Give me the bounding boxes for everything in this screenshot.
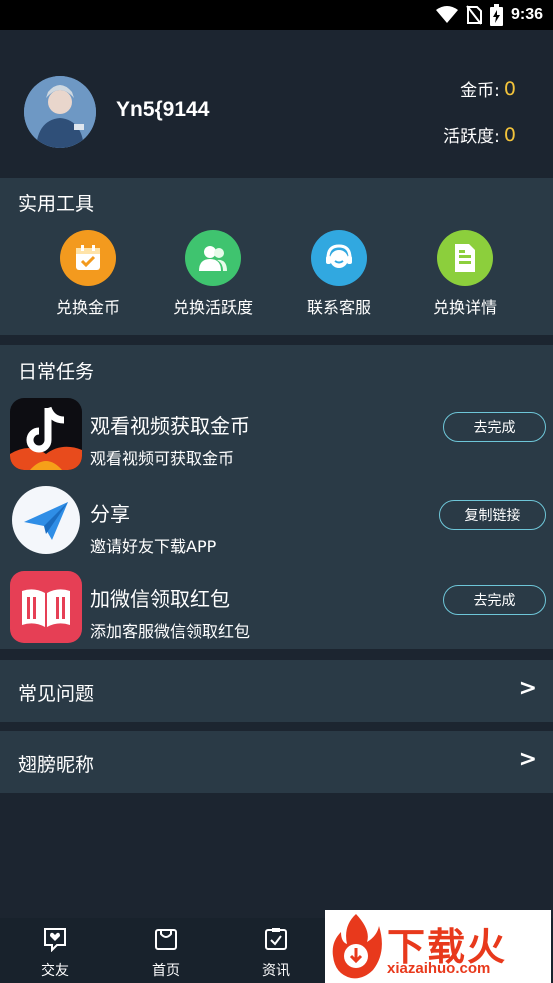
task-item-share: 分享 邀请好友下载APP 复制链接 xyxy=(0,486,553,566)
status-time: 9:36 xyxy=(510,6,543,23)
clipboard-check-icon xyxy=(265,928,287,950)
tool-exchange-coins[interactable]: 兑换金币 xyxy=(28,230,148,318)
complete-button[interactable]: 去完成 xyxy=(443,585,546,615)
activity-label: 活跃度: xyxy=(443,127,500,147)
avatar[interactable] xyxy=(24,76,96,148)
faq-row[interactable]: 常见问题 > xyxy=(0,660,553,722)
paper-plane-icon xyxy=(12,486,80,554)
profile-header: Yn5{9144 金币: 0 活跃度: 0 xyxy=(0,30,553,178)
task-title: 观看视频获取金币 xyxy=(90,414,250,438)
activity-value: 0 xyxy=(503,123,516,146)
task-subtitle: 邀请好友下载APP xyxy=(90,537,217,556)
coins-stat: 金币: 0 xyxy=(460,76,516,102)
daily-tasks-section: 日常任务 观看视频获取金币 观看视频可获取金币 去完成 分享 邀请好友下载APP… xyxy=(0,345,553,649)
nav-item-friends[interactable]: 交友 xyxy=(15,926,95,980)
nav-item-home[interactable]: 首页 xyxy=(126,926,206,980)
watermark-logo: 下载火 xiazaihuo.com xyxy=(325,910,551,983)
users-icon xyxy=(185,230,241,286)
book-icon xyxy=(10,571,82,643)
tools-title: 实用工具 xyxy=(18,193,95,215)
tools-section: 实用工具 兑换金币 兑换活跃度 联系客服 兑换详情 xyxy=(0,178,553,335)
tool-label: 兑换金币 xyxy=(55,298,120,317)
flame-logo-icon xyxy=(332,914,382,979)
tool-contact-support[interactable]: 联系客服 xyxy=(279,230,399,318)
username: Yn5{9144 xyxy=(116,98,210,121)
copy-link-button[interactable]: 复制链接 xyxy=(439,500,546,530)
battery-charging-icon xyxy=(489,4,503,26)
complete-button[interactable]: 去完成 xyxy=(443,412,546,442)
task-item-watch-video: 观看视频获取金币 观看视频可获取金币 去完成 xyxy=(0,398,553,478)
nav-label: 资讯 xyxy=(262,963,290,979)
watermark-url: xiazaihuo.com xyxy=(387,960,491,977)
activity-stat: 活跃度: 0 xyxy=(443,122,516,148)
chevron-right-icon: > xyxy=(518,676,537,701)
row-label: 常见问题 xyxy=(18,683,95,705)
tool-label: 联系客服 xyxy=(306,298,371,317)
calendar-check-icon xyxy=(60,230,116,286)
chevron-right-icon: > xyxy=(518,747,537,772)
daily-tasks-title: 日常任务 xyxy=(18,361,95,383)
document-icon xyxy=(437,230,493,286)
coins-value: 0 xyxy=(503,77,516,100)
nav-label: 首页 xyxy=(152,963,180,979)
tool-exchange-activity[interactable]: 兑换活跃度 xyxy=(153,230,273,318)
tiktok-icon xyxy=(10,398,82,470)
status-bar: 9:36 xyxy=(0,0,553,30)
task-title: 加微信领取红包 xyxy=(90,587,230,611)
tool-label: 兑换详情 xyxy=(432,298,497,317)
heart-chat-icon xyxy=(44,928,66,953)
row-label: 翅膀昵称 xyxy=(18,754,95,776)
status-icons: 9:36 xyxy=(435,4,543,26)
nav-label: 交友 xyxy=(41,963,69,979)
task-subtitle: 观看视频可获取金币 xyxy=(90,449,235,468)
task-title: 分享 xyxy=(90,502,130,526)
nickname-row[interactable]: 翅膀昵称 > xyxy=(0,731,553,793)
task-subtitle: 添加客服微信领取红包 xyxy=(90,622,251,641)
bag-icon xyxy=(155,929,177,950)
avatar-image xyxy=(24,76,96,148)
tool-label: 兑换活跃度 xyxy=(172,298,253,317)
headset-icon xyxy=(311,230,367,286)
no-sim-icon xyxy=(466,5,482,25)
tool-exchange-details[interactable]: 兑换详情 xyxy=(405,230,525,318)
task-item-wechat-redpacket: 加微信领取红包 添加客服微信领取红包 去完成 xyxy=(0,571,553,651)
nav-item-news[interactable]: 资讯 xyxy=(236,926,316,980)
coins-label: 金币: xyxy=(460,81,500,101)
wifi-icon xyxy=(435,6,458,23)
